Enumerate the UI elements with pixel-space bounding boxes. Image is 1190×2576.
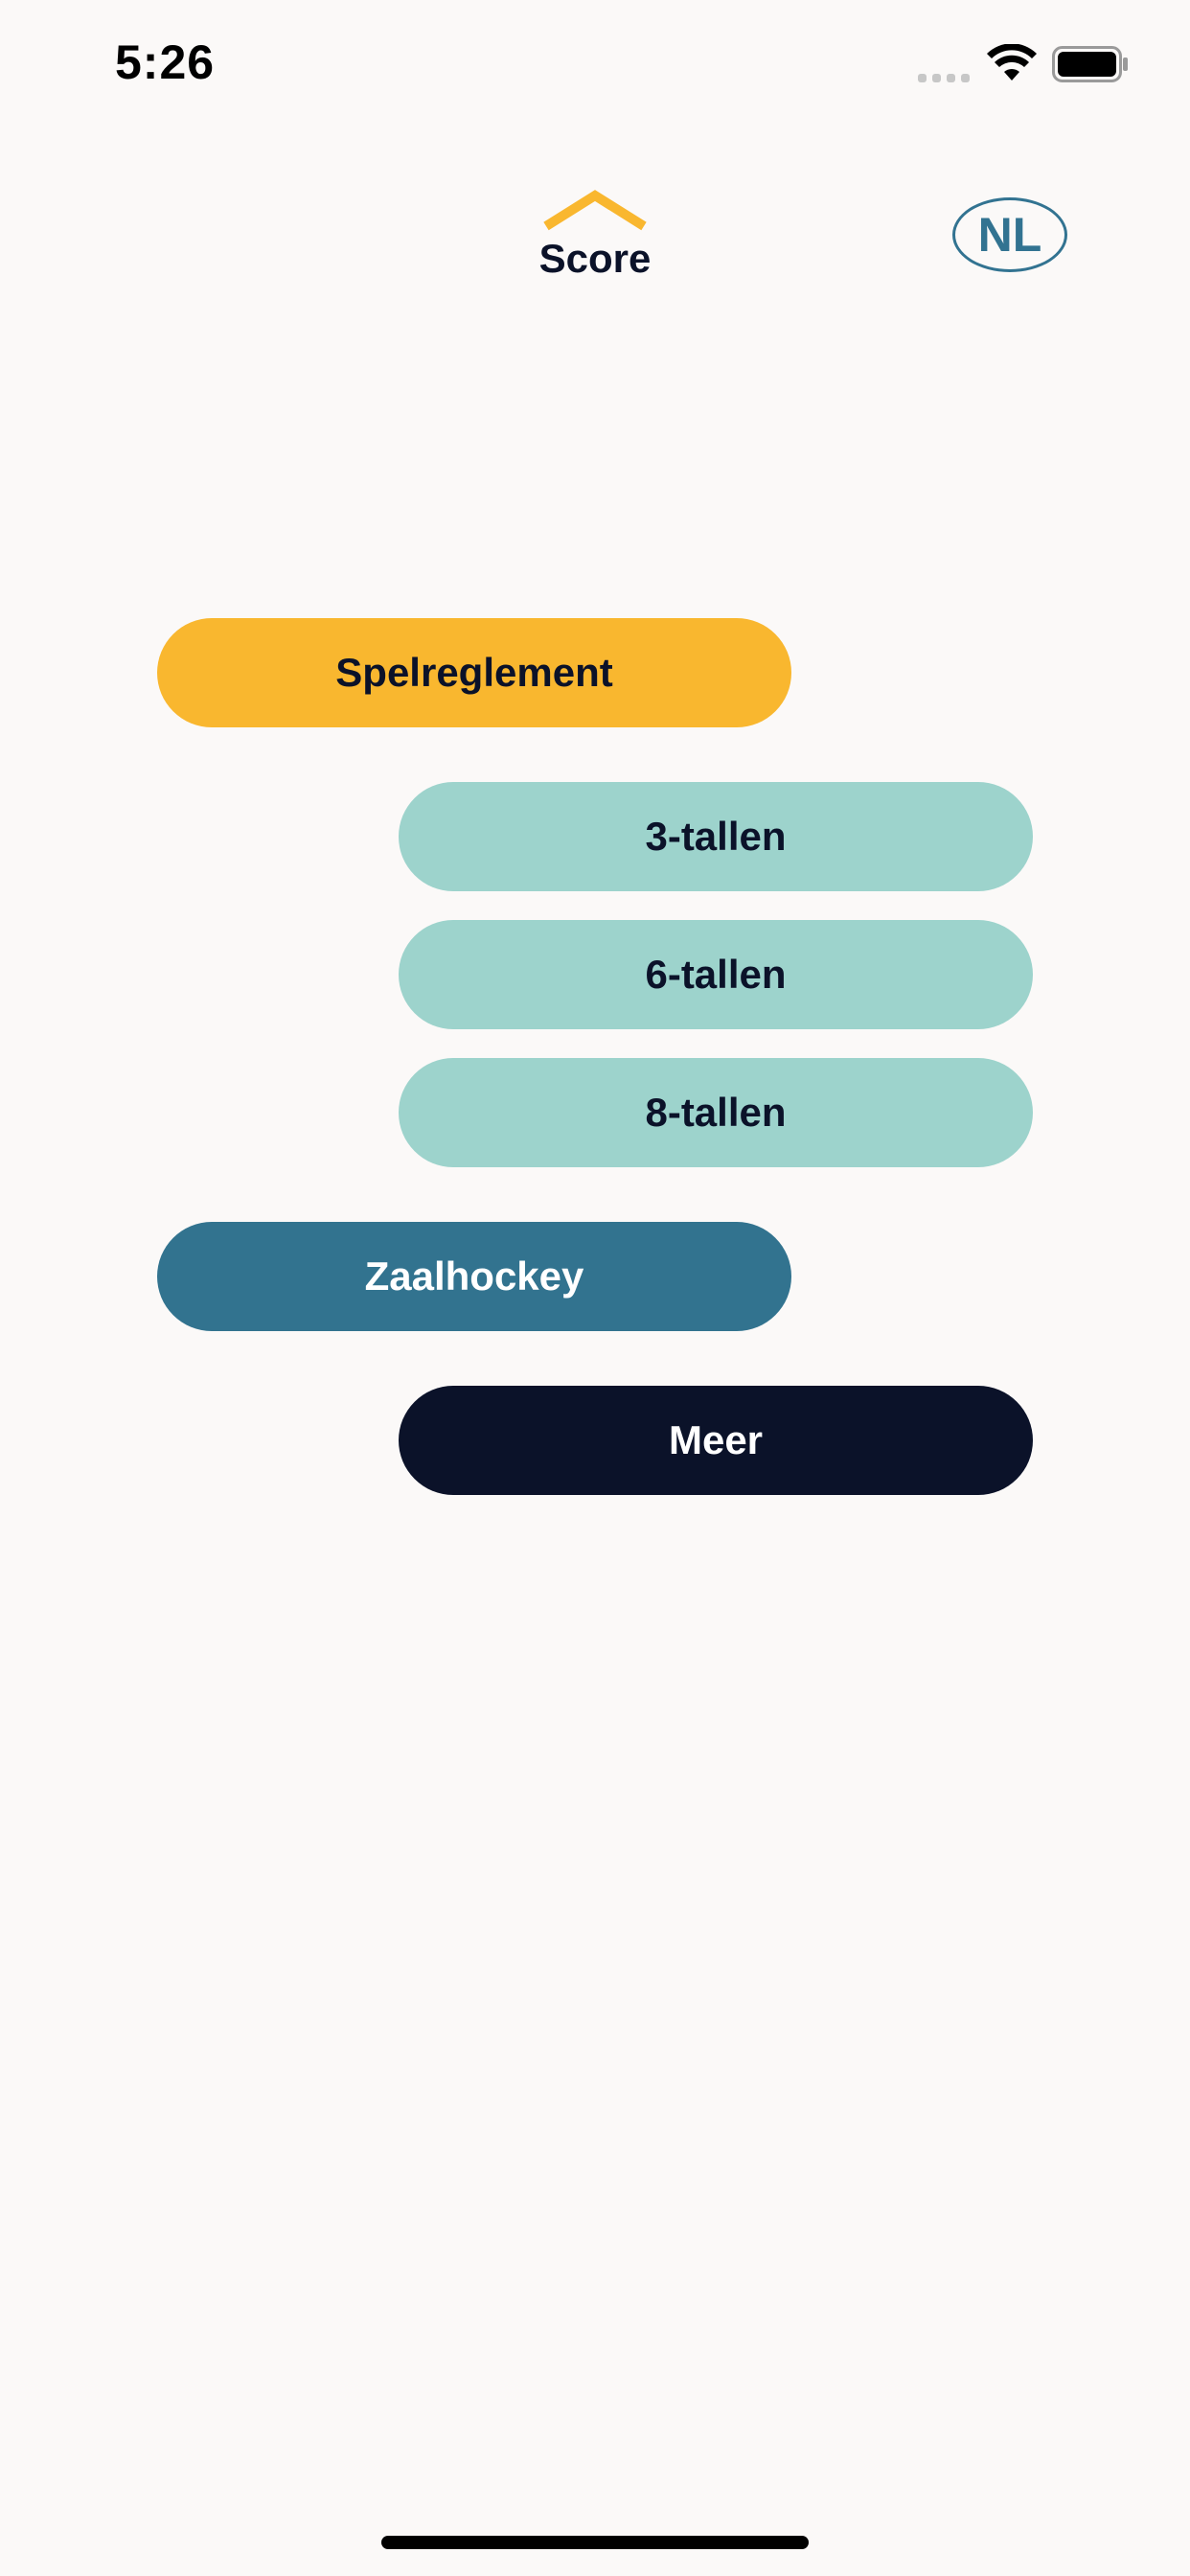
language-button[interactable]: NL	[952, 197, 1067, 272]
zaalhockey-button[interactable]: Zaalhockey	[157, 1222, 791, 1331]
8-tallen-button[interactable]: 8-tallen	[399, 1058, 1033, 1167]
spelreglement-button[interactable]: Spelreglement	[157, 618, 791, 727]
meer-button[interactable]: Meer	[399, 1386, 1033, 1495]
cellular-signal-icon	[918, 69, 973, 82]
wifi-icon	[987, 44, 1037, 80]
app-title: Score	[538, 236, 652, 281]
home-indicator[interactable]	[381, 2536, 809, 2549]
battery-icon	[1052, 46, 1128, 82]
status-time: 5:26	[115, 35, 216, 89]
3-tallen-button[interactable]: 3-tallen	[399, 782, 1033, 891]
chevron-up-icon	[543, 190, 647, 231]
6-tallen-button[interactable]: 6-tallen	[399, 920, 1033, 1029]
